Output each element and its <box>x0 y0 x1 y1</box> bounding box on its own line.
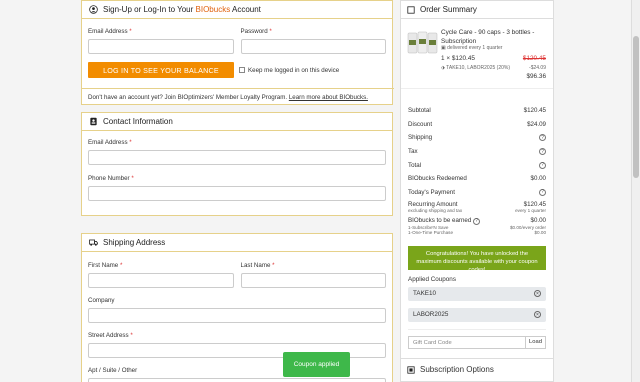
signup-password-input[interactable] <box>240 39 386 54</box>
summary-row-total: Total? <box>401 158 553 172</box>
loyalty-row: Don't have an account yet? Join BIOptimi… <box>82 88 394 106</box>
summary-row-tax: Tax? <box>401 145 553 159</box>
help-icon[interactable]: ? <box>539 134 546 142</box>
contact-card-icon <box>90 117 97 126</box>
login-button[interactable]: LOG IN TO SEE YOUR BALANCE <box>88 62 234 78</box>
summary-row-redeemed: BIObucks Redeemed $0.00 <box>408 175 546 183</box>
recurring-row: Recurring Amount excluding shipping and … <box>401 199 553 213</box>
recurring-label: Recurring Amount <box>408 201 458 209</box>
user-circle-icon <box>89 5 98 14</box>
order-summary-header: Order Summary <box>401 1 553 19</box>
street-label: Street Address * <box>88 332 133 339</box>
contact-phone-input[interactable] <box>88 186 386 201</box>
checkbox-square-icon <box>407 365 415 374</box>
help-icon[interactable]: ? <box>473 217 481 225</box>
recurring-sub: excluding shipping and tax <box>408 208 463 214</box>
discount-codes: ⬗ TAKE10, LABOR2025 (20%) <box>441 65 510 71</box>
recurring-period: every 1 quarter <box>515 208 546 214</box>
earned-value: $0.00 <box>530 217 546 225</box>
earned-label: BIObucks to be earned ? <box>408 217 481 225</box>
earned-block: BIObucks to be earned ? $0.00 1-Subscrib… <box>401 213 553 235</box>
checkbox-square-icon <box>407 5 415 14</box>
qty-price: 1 × $120.45 <box>441 55 475 62</box>
help-icon[interactable]: ? <box>539 161 546 169</box>
summary-row-subtotal: Subtotal $120.45 <box>408 107 546 115</box>
remember-label: Keep me logged in on this device <box>248 66 340 74</box>
product-name: Cycle Care - 90 caps - 3 bottles - Subsc… <box>441 29 535 45</box>
earned-sub2-value: $0.00 <box>534 229 547 235</box>
tag-icon: ⬗ <box>441 65 445 71</box>
signup-email-label: Email Address * <box>88 28 132 35</box>
last-name-label: Last Name * <box>240 262 275 269</box>
coupon-applied-toast: Coupon applied <box>283 352 350 377</box>
order-summary-title: Order Summary <box>420 5 477 14</box>
checkout-form: Sign-Up or Log-In to Your BIObucks Accou… <box>81 0 394 382</box>
gift-card-input[interactable]: Gift Card Code <box>408 335 525 349</box>
signup-title: Sign-Up or Log-In to Your BIObucks Accou… <box>103 5 261 14</box>
summary-rows: Subtotal $120.45 Discount $24.09 Shipping?… <box>401 89 553 199</box>
shipping-header: Shipping Address <box>82 234 392 252</box>
summary-row-shipping: Shipping? <box>401 131 553 145</box>
shipping-title: Shipping Address <box>103 238 166 247</box>
subscription-options-title: Subscription Options <box>420 365 494 374</box>
loyalty-text: Don't have an account yet? Join BIOptimi… <box>88 94 288 101</box>
scrollbar-thumb[interactable] <box>633 36 639 178</box>
remember-me[interactable]: Keep me logged in on this device <box>239 67 339 74</box>
summary-row-today: Today's Payment? <box>401 186 553 200</box>
signup-password-label: Password * <box>240 28 272 35</box>
loyalty-link[interactable]: Learn more about BIObucks. <box>289 94 368 101</box>
signup-title-suffix: Account <box>230 5 261 14</box>
remove-coupon-icon[interactable]: × <box>534 311 541 319</box>
calendar-icon: ▣ <box>441 45 446 51</box>
subscription-options-header[interactable]: Subscription Options <box>401 358 553 380</box>
load-button[interactable]: Load <box>525 335 546 349</box>
gift-card-row: Gift Card Code Load <box>408 328 546 349</box>
company-input[interactable] <box>88 308 386 323</box>
signup-email-input[interactable] <box>88 39 234 54</box>
first-name-label: First Name * <box>88 262 123 269</box>
remember-checkbox[interactable] <box>239 67 245 73</box>
discount-amount: -$24.09 <box>529 65 546 71</box>
old-price: $120.45 <box>522 55 546 62</box>
apt-input[interactable] <box>88 378 386 382</box>
line-total: $96.36 <box>526 73 546 80</box>
signup-section: Sign-Up or Log-In to Your BIObucks Accou… <box>81 0 394 106</box>
earned-sub2-label: 1-One-Time Purchase <box>408 229 454 235</box>
contact-phone-label: Phone Number * <box>88 175 134 182</box>
contact-email-input[interactable] <box>88 150 386 165</box>
order-summary: Order Summary Cycle Care - 90 caps - 3 b… <box>400 0 554 382</box>
last-name-input[interactable] <box>240 273 386 288</box>
help-icon[interactable]: ? <box>539 188 546 196</box>
cart-item: Cycle Care - 90 caps - 3 bottles - Subsc… <box>401 19 553 89</box>
recurring-value: $120.45 <box>523 201 546 209</box>
contact-section: Contact Information Email Address * Phon… <box>81 112 393 216</box>
scrollbar[interactable] <box>631 0 640 382</box>
congrats-banner: Congratulations! You have unlocked the m… <box>408 245 546 273</box>
contact-email-label: Email Address * <box>88 139 132 146</box>
truck-icon <box>89 239 98 246</box>
summary-row-discount: Discount $24.09 <box>408 120 546 128</box>
delivery-note: ▣ delivered every 1 quarter <box>441 45 503 51</box>
signup-title-prefix: Sign-Up or Log-In to Your <box>103 5 196 14</box>
company-label: Company <box>88 297 115 304</box>
coupon-chip: LABOR2025 × <box>408 307 546 322</box>
signup-header: Sign-Up or Log-In to Your BIObucks Accou… <box>82 1 392 19</box>
remove-coupon-icon[interactable]: × <box>534 290 541 298</box>
coupon-chip: TAKE10 × <box>408 286 546 301</box>
contact-header: Contact Information <box>82 113 392 131</box>
signup-title-brand: BIObucks <box>195 5 231 14</box>
product-image <box>407 31 438 54</box>
first-name-input[interactable] <box>88 273 234 288</box>
help-icon[interactable]: ? <box>539 148 546 156</box>
contact-title: Contact Information <box>103 117 173 126</box>
